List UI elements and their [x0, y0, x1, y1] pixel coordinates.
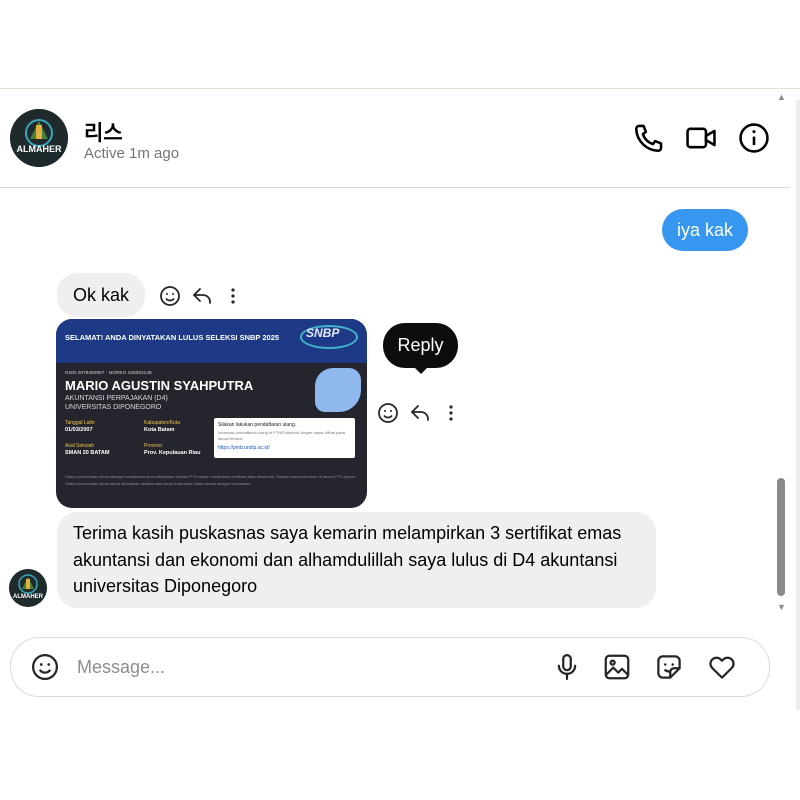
image-icon[interactable]: [602, 652, 632, 682]
message-composer: [10, 637, 770, 697]
image-box-text: Silakan lakukan pendaftaran ulang.: [218, 422, 297, 428]
image-province-label: Provinsi: [144, 443, 162, 449]
contact-name[interactable]: 리스: [84, 117, 123, 147]
reply-icon[interactable]: [190, 284, 214, 308]
shared-image[interactable]: SELAMAT! ANDA DINYATAKAN LULUS SELEKSI S…: [56, 319, 367, 508]
image-box-subtext: Informasi pendaftaran ulang di PTN/Polit…: [218, 430, 345, 441]
image-footer-text: Status penerimaan Anda sebagai mahasiswa…: [65, 474, 357, 486]
image-redaction-blob: [315, 368, 361, 412]
sticker-icon[interactable]: [654, 652, 684, 682]
more-options-icon[interactable]: [439, 401, 463, 425]
image-school-value: SMAN 20 BATAM: [65, 450, 110, 456]
image-university: UNIVERSITAS DIPONEGORO: [65, 404, 162, 411]
chat-header: ALMAHER 리스 Active 1m ago: [0, 89, 790, 188]
image-ids: NISN 0078460857 · NOREG 425062148: [65, 371, 152, 376]
image-birth-value: 01/03/2007: [65, 427, 93, 433]
scroll-up-arrow-icon[interactable]: ▲: [777, 92, 786, 102]
more-options-icon[interactable]: [221, 284, 245, 308]
microphone-icon[interactable]: [552, 652, 582, 682]
message-input[interactable]: [77, 652, 517, 682]
tooltip-arrow: [412, 365, 430, 374]
reply-tooltip: Reply: [383, 323, 458, 368]
incoming-message[interactable]: Terima kasih puskasnas saya kemarin mela…: [57, 512, 656, 608]
outgoing-message[interactable]: iya kak: [662, 209, 749, 251]
avatar[interactable]: ALMAHER: [10, 109, 68, 167]
scroll-down-arrow-icon[interactable]: ▼: [777, 602, 786, 612]
react-emoji-icon[interactable]: [376, 401, 400, 425]
image-city-label: Kabupaten/Kota: [144, 420, 180, 426]
image-program-name: AKUNTANSI PERPAJAKAN (D4): [65, 395, 168, 402]
avatar-wordmark: ALMAHER: [17, 144, 62, 154]
image-province-value: Prov. Kepulauan Riau: [144, 450, 201, 456]
scrollbar-thumb[interactable]: [777, 478, 785, 596]
incoming-message[interactable]: Ok kak: [57, 273, 146, 317]
video-icon[interactable]: [684, 121, 718, 155]
emoji-icon[interactable]: [30, 652, 60, 682]
image-city-value: Kota Batam: [144, 427, 175, 433]
reply-icon[interactable]: [408, 401, 432, 425]
image-registration-box: Silakan lakukan pendaftaran ulang. Infor…: [214, 418, 355, 458]
react-emoji-icon[interactable]: [158, 284, 182, 308]
info-icon[interactable]: [737, 121, 771, 155]
image-birth-label: Tanggal Lahir: [65, 420, 96, 426]
image-student-name: MARIO AGUSTIN SYAHPUTRA: [65, 378, 254, 393]
image-headline: SELAMAT! ANDA DINYATAKAN LULUS SELEKSI S…: [65, 333, 280, 342]
phone-icon[interactable]: [632, 121, 666, 155]
active-status: Active 1m ago: [84, 145, 180, 162]
avatar-wordmark: ALMAHER: [13, 594, 44, 600]
image-logo: SNBP: [306, 326, 340, 340]
heart-icon[interactable]: [707, 652, 737, 682]
avatar[interactable]: ALMAHER: [9, 569, 47, 607]
image-school-label: Asal Sekolah: [65, 443, 95, 449]
window-edge: [796, 100, 800, 710]
image-box-url: https://pmb.undip.ac.id/: [218, 445, 270, 451]
image-program: AKUNTANSI PERPAJAKAN (D4) UNIVERSITAS DI…: [65, 394, 168, 412]
